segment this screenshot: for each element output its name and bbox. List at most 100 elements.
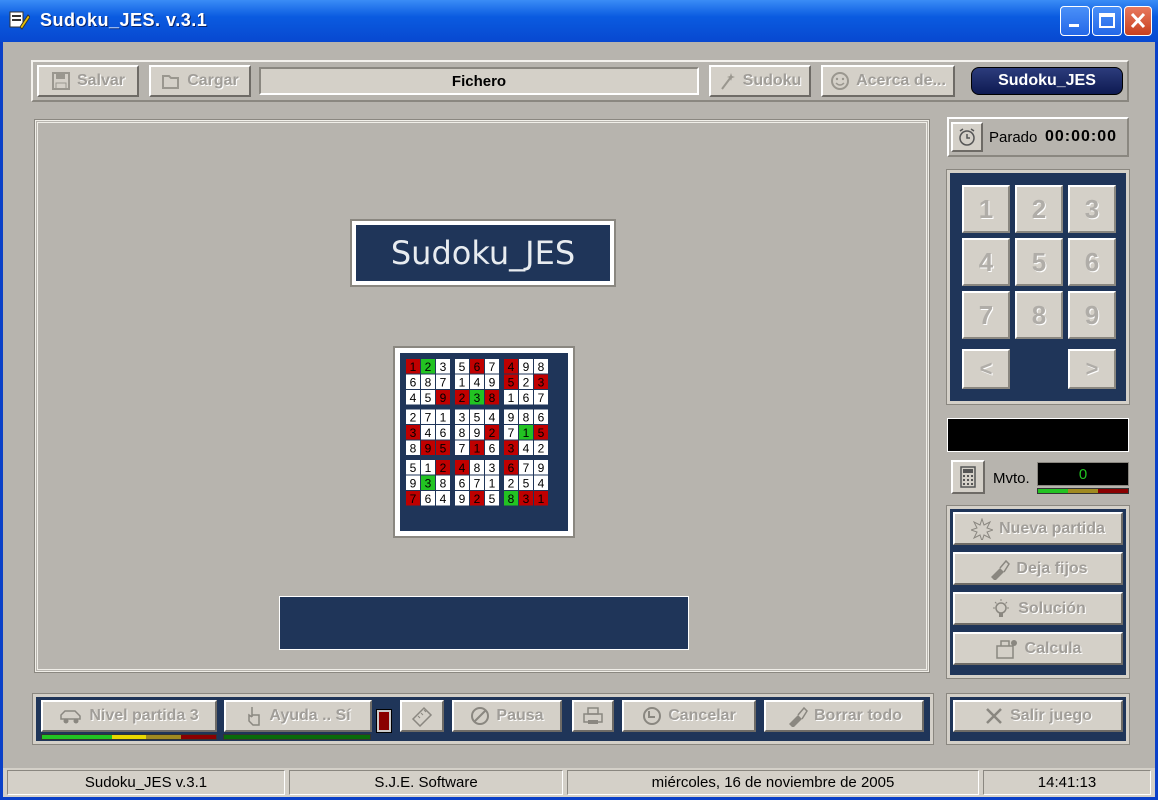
preview-digit: 4 [440,492,447,506]
brand-button[interactable]: Sudoku_JES [971,67,1123,95]
preview-digit: 7 [489,360,496,374]
load-label: Cargar [187,72,239,89]
folder-open-icon [162,75,180,89]
cancel-icon [643,707,662,725]
preview-digit: 3 [538,376,545,390]
title-logo: Sudoku_JES [350,219,616,287]
preview-digit: 7 [410,492,417,506]
key-8[interactable]: 8 [1015,291,1063,339]
calculator-button[interactable] [951,460,985,494]
help-button[interactable]: Ayuda .. Sí [224,700,372,732]
preview-digit: 7 [474,477,481,491]
sudoku-preview: 1235674986871495234592381672713549863468… [393,346,575,538]
next-button[interactable]: > [1068,349,1116,389]
solution-label: Solución [1018,599,1086,617]
preview-digit: 9 [489,376,496,390]
preview-digit: 5 [459,360,466,374]
info-display [947,418,1129,452]
preview-digit: 1 [538,492,545,506]
file-name-field: Fichero [259,67,699,95]
preview-digit: 8 [410,442,417,456]
status-date: miércoles, 16 de noviembre de 2005 [567,770,979,795]
exit-panel: Salir juego [946,693,1130,745]
alarm-clock-button[interactable] [951,122,983,152]
key-9[interactable]: 9 [1068,291,1116,339]
smiley-icon [831,72,850,90]
exit-game-button[interactable]: Salir juego [953,700,1123,732]
preview-digit: 5 [508,376,515,390]
save-button[interactable]: Salvar [37,65,139,97]
new-game-label: Nueva partida [999,519,1105,537]
preview-digit: 8 [538,360,545,374]
lightbulb-icon [993,598,1010,617]
clear-all-button[interactable]: Borrar todo [764,700,924,732]
maximize-button[interactable] [1092,6,1122,36]
key-7[interactable]: 7 [962,291,1010,339]
keep-fixed-button[interactable]: Deja fijos [953,552,1123,585]
message-panel [279,596,689,650]
moves-label: Mvto. [993,470,1030,487]
sudoku-preview-grid: 1 2 3 5 6 7 4 9 86 8 7 1 4 9 5 2 34 5 9 2 3 8 1 6 72 7 1 3 5 4 9 8 63 4 6 8… [406,359,552,513]
preview-digit: 9 [474,426,481,440]
sudoku-button[interactable]: Sudoku [709,65,811,97]
timer-state: Parado [989,129,1038,146]
preview-digit: 6 [508,461,515,475]
key-4[interactable]: 4 [962,238,1010,286]
minimize-button[interactable] [1060,6,1090,36]
preview-digit: 1 [523,426,530,440]
hand-icon [248,707,261,726]
logo-text: Sudoku_JES [356,225,610,281]
preview-digit: 8 [474,461,481,475]
moves-counter: 0 [1037,462,1129,486]
preview-digit: 5 [425,391,432,405]
help-indicator-led [376,709,392,733]
preview-digit: 9 [440,391,447,405]
key-5[interactable]: 5 [1015,238,1063,286]
key-6[interactable]: 6 [1068,238,1116,286]
preview-digit: 4 [489,411,496,425]
title-bar[interactable]: Sudoku_JES. v.3.1 [0,0,1158,42]
load-button[interactable]: Cargar [149,65,251,97]
close-x-icon [986,708,1002,724]
new-game-button[interactable]: Nueva partida [953,512,1123,545]
preview-digit: 7 [508,426,515,440]
preview-digit: 2 [410,411,417,425]
key-2[interactable]: 2 [1015,185,1063,233]
preview-digit: 5 [474,411,481,425]
cancel-button[interactable]: Cancelar [622,700,756,732]
pause-button[interactable]: Pausa [452,700,562,732]
print-button[interactable] [572,700,614,732]
preview-digit: 4 [410,391,417,405]
preview-digit: 6 [489,442,496,456]
window-title: Sudoku_JES. v.3.1 [40,10,208,30]
key-1[interactable]: 1 [962,185,1010,233]
preview-digit: 2 [508,477,515,491]
preview-digit: 2 [489,426,496,440]
preview-digit: 9 [459,492,466,506]
close-button[interactable] [1124,6,1152,36]
preview-digit: 9 [538,461,545,475]
calculate-button[interactable]: Calcula [953,632,1123,665]
preview-digit: 4 [425,426,432,440]
exit-game-label: Salir juego [1010,707,1092,724]
preview-digit: 8 [489,391,496,405]
level-button[interactable]: Nivel partida 3 [41,700,217,732]
new-game-icon [971,517,994,540]
ruler-button[interactable] [400,700,444,732]
preview-digit: 1 [508,391,515,405]
solution-button[interactable]: Solución [953,592,1123,625]
eraser-icon [789,706,808,727]
preview-digit: 7 [425,411,432,425]
preview-digit: 1 [489,477,496,491]
prev-button[interactable]: < [962,349,1010,389]
preview-digit: 3 [410,426,417,440]
key-3[interactable]: 3 [1068,185,1116,233]
moves-level-bar [1037,488,1129,494]
about-button[interactable]: Acerca de... [821,65,955,97]
preview-digit: 3 [440,360,447,374]
preview-digit: 1 [474,442,481,456]
preview-digit: 6 [523,391,530,405]
calculator-icon [960,466,976,488]
preview-digit: 2 [523,376,530,390]
preview-digit: 8 [523,411,530,425]
